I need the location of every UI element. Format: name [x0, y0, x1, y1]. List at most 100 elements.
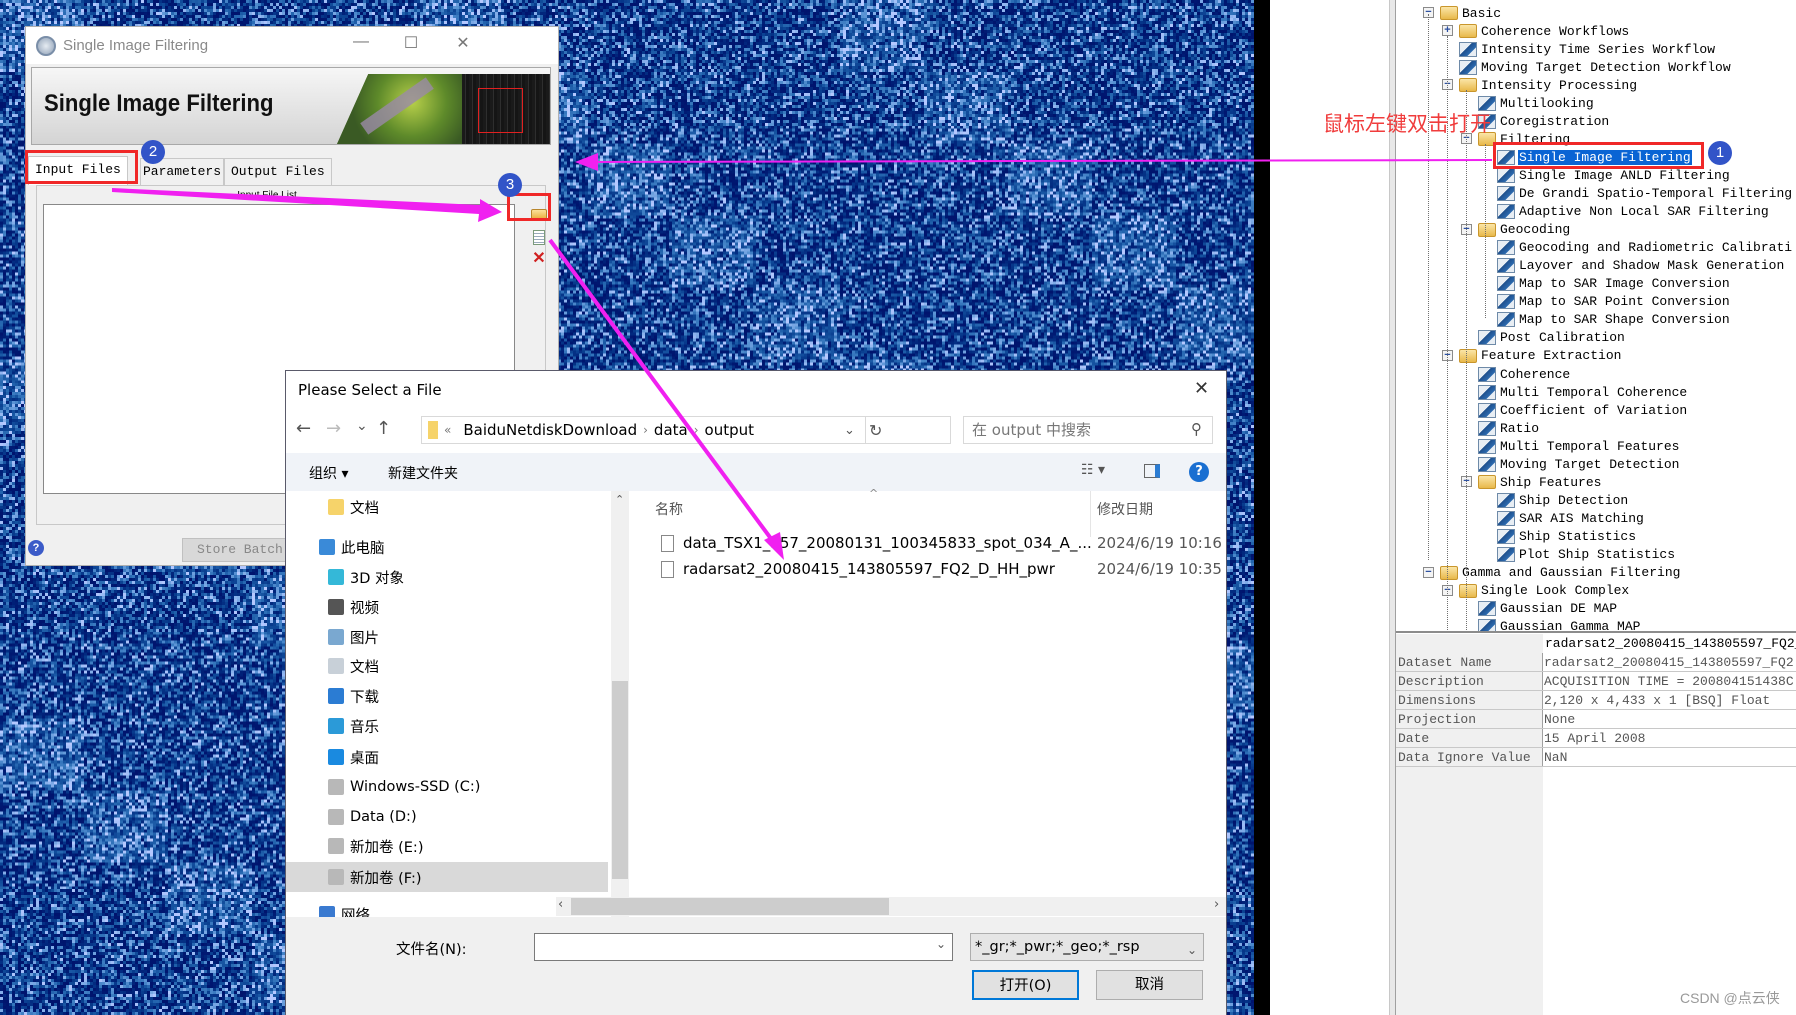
refresh-icon[interactable]: ↻ [869, 421, 882, 440]
tree-item-label: Ratio [1500, 420, 1540, 436]
tree-item[interactable]: Post Calibration [1478, 329, 1626, 347]
tree-item[interactable]: Geocoding [1478, 221, 1571, 239]
breadcrumb-data[interactable]: data [654, 421, 688, 439]
tree-item[interactable]: Multilooking [1478, 94, 1595, 112]
nav-item[interactable]: 新加卷 (F:) [286, 862, 608, 892]
tree-item[interactable]: De Grandi Spatio-Temporal Filtering [1497, 185, 1793, 203]
file-list-icon[interactable] [529, 228, 549, 248]
help-icon[interactable]: ? [1189, 462, 1209, 482]
tree-item[interactable]: SAR AIS Matching [1497, 509, 1645, 527]
tree-item[interactable]: Gaussian DE MAP [1478, 600, 1618, 618]
tree-item-label: SAR AIS Matching [1519, 510, 1644, 526]
tree-item[interactable]: Coherence Workflows [1459, 22, 1630, 40]
title-bar[interactable]: Single Image Filtering — ☐ ✕ [26, 27, 558, 64]
preview-pane-icon[interactable] [1144, 464, 1160, 478]
tree-item[interactable]: Geocoding and Radiometric Calibrati [1497, 239, 1793, 257]
horizontal-scrollbar[interactable]: ‹ › [556, 897, 1226, 916]
recent-locations-button[interactable]: ⌄ [356, 418, 368, 434]
breadcrumb-output[interactable]: output [705, 421, 754, 439]
tree-item[interactable]: Gaussian Gamma MAP [1478, 618, 1641, 631]
collapse-icon[interactable]: − [1423, 566, 1434, 578]
tree-item[interactable]: Coefficient of Variation [1478, 401, 1688, 419]
nav-scrollbar[interactable]: ⌃ ⌄ [611, 491, 629, 917]
tree-item[interactable]: Coherence [1478, 365, 1571, 383]
scroll-right-icon[interactable]: › [1214, 897, 1219, 912]
tree-item-label: Map to SAR Point Conversion [1519, 294, 1730, 310]
tree-item[interactable]: Adaptive Non Local SAR Filtering [1497, 203, 1770, 221]
view-options-icon[interactable]: ☷ ▾ [1081, 462, 1105, 478]
back-button[interactable]: ← [296, 418, 311, 439]
tree-item[interactable]: Layover and Shadow Mask Generation [1497, 257, 1785, 275]
column-modified[interactable]: 修改日期 [1097, 499, 1153, 519]
nav-item[interactable]: 桌面 [286, 742, 608, 772]
scroll-left-icon[interactable]: ‹ [558, 897, 563, 912]
tree-item[interactable]: Single Look Complex [1459, 582, 1630, 600]
tree-item[interactable]: Intensity Time Series Workflow [1459, 40, 1716, 58]
folder-icon [1478, 475, 1496, 490]
nav-item[interactable]: 音乐 [286, 711, 608, 741]
maximize-button[interactable]: ☐ [396, 33, 426, 53]
nav-item[interactable]: Data (D:) [286, 802, 608, 832]
nav-item[interactable]: 图片 [286, 622, 608, 652]
tree-item[interactable]: Single Image ANLD Filtering [1497, 166, 1731, 184]
forward-button[interactable]: → [326, 418, 341, 439]
help-icon[interactable]: ? [28, 540, 44, 556]
tree-item[interactable]: Moving Target Detection [1478, 455, 1680, 473]
nav-item[interactable]: 下载 [286, 681, 608, 711]
nav-item[interactable]: 此电脑 [286, 532, 608, 562]
file-row[interactable]: radarsat2_20080415_143805597_FQ2_D_HH_pw… [631, 556, 1226, 582]
new-folder-button[interactable]: 新建文件夹 [388, 463, 458, 483]
tree-item[interactable]: Ship Statistics [1497, 527, 1637, 545]
search-input[interactable]: 在 output 中搜索 [963, 416, 1213, 444]
tree-item[interactable]: Ratio [1478, 419, 1540, 437]
organize-menu[interactable]: 组织 ▾ [309, 463, 348, 483]
tree-item[interactable]: Ship Features [1478, 473, 1602, 491]
tree-item[interactable]: Intensity Processing [1459, 76, 1638, 94]
tree-item[interactable]: Coregistration [1478, 112, 1610, 130]
chevron-down-icon[interactable]: ⌄ [936, 937, 946, 951]
nav-item[interactable]: 新加卷 (E:) [286, 831, 608, 861]
nav-item[interactable]: 视频 [286, 592, 608, 622]
nav-item[interactable]: Windows-SSD (C:) [286, 772, 608, 802]
close-button[interactable]: ✕ [448, 33, 478, 53]
minimize-button[interactable]: — [346, 33, 376, 51]
tree-item[interactable]: Map to SAR Shape Conversion [1497, 311, 1731, 329]
close-button[interactable]: ✕ [1194, 378, 1209, 399]
breadcrumb-baidunetdiskdownload[interactable]: BaiduNetdiskDownload [463, 421, 637, 439]
tree-item[interactable]: Basic [1440, 4, 1502, 22]
nav-item[interactable]: 文档 [286, 492, 608, 522]
column-name[interactable]: 名称 [655, 499, 683, 519]
tree-item-label: Moving Target Detection Workflow [1481, 59, 1731, 75]
store-batch-button[interactable]: Store Batch [182, 538, 292, 562]
file-row[interactable]: data_TSX1_557_20080131_100345833_spot_03… [631, 530, 1226, 556]
chevron-down-icon[interactable]: ⌄ [844, 423, 855, 438]
tab-output-files[interactable]: Output Files [224, 158, 332, 185]
tree-item[interactable]: Moving Target Detection Workflow [1459, 58, 1732, 76]
scroll-thumb[interactable] [571, 898, 889, 915]
tree-item[interactable]: Map to SAR Point Conversion [1497, 293, 1731, 311]
remove-icon[interactable]: ✕ [529, 248, 549, 268]
file-type-select[interactable]: *_gr;*_pwr;*_geo;*_rsp ⌄ [970, 933, 1204, 961]
cancel-button[interactable]: 取消 [1096, 970, 1203, 1000]
splitter[interactable] [1389, 0, 1396, 1015]
nav-item[interactable]: 文档 [286, 651, 608, 681]
tree-item[interactable]: Multi Temporal Features [1478, 437, 1680, 455]
open-button[interactable]: 打开(O) [972, 970, 1079, 1000]
nav-item[interactable]: 3D 对象 [286, 562, 608, 592]
expand-icon[interactable]: + [1442, 25, 1453, 37]
filename-input[interactable]: ⌄ [534, 933, 953, 961]
breadcrumb-overflow[interactable]: « [444, 423, 451, 437]
chevron-down-icon[interactable]: ⌄ [1187, 937, 1197, 963]
address-bar[interactable]: « BaiduNetdiskDownload › data › output ⌄ ↻ [421, 416, 951, 444]
tree-item[interactable]: Gamma and Gaussian Filtering [1440, 564, 1681, 582]
scroll-up-icon[interactable]: ⌃ [615, 493, 624, 506]
scroll-thumb[interactable] [612, 681, 628, 879]
chevron-right-icon[interactable]: › [643, 423, 648, 437]
tree-item[interactable]: Multi Temporal Coherence [1478, 383, 1688, 401]
tree-item[interactable]: Map to SAR Image Conversion [1497, 275, 1731, 293]
up-button[interactable]: ↑ [376, 418, 391, 439]
tree-item[interactable]: Plot Ship Statistics [1497, 546, 1676, 564]
tree-item[interactable]: Feature Extraction [1459, 347, 1622, 365]
tree-item[interactable]: Ship Detection [1497, 491, 1629, 509]
chevron-right-icon[interactable]: › [694, 423, 699, 437]
